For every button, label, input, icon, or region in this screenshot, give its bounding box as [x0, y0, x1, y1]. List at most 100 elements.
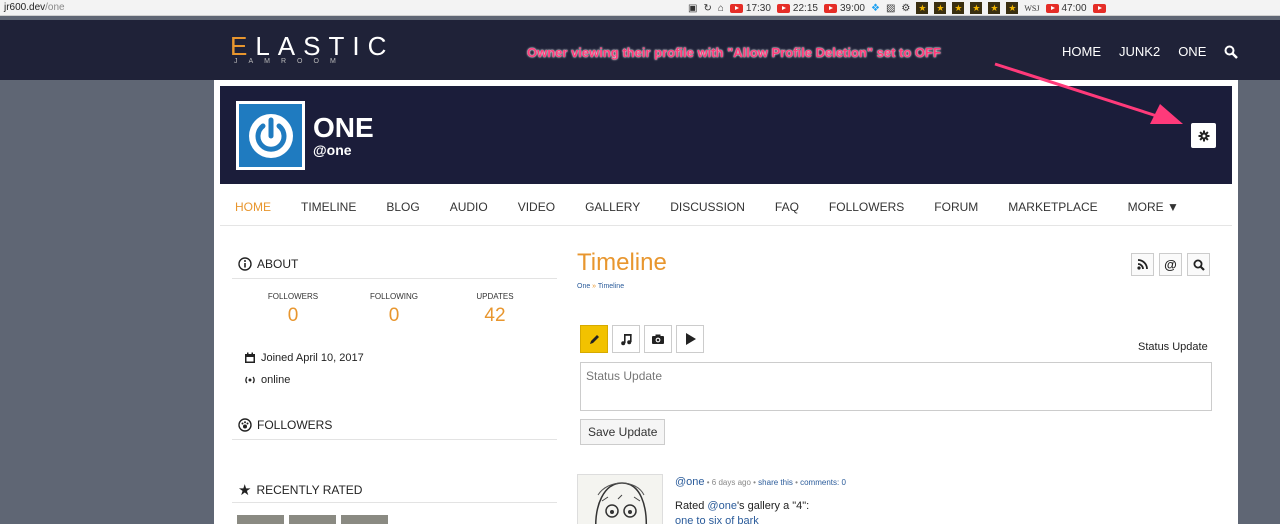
timeline-search-button[interactable] [1187, 253, 1210, 276]
music-note-icon [620, 333, 632, 345]
gear-icon [1198, 130, 1209, 141]
invader-icon[interactable]: ▨ [886, 3, 895, 14]
browser-toolbar: jr600.dev/one ▣ ↻ ⌂ 17:30 22:15 39:00 ❖ … [0, 0, 1280, 16]
url-path: /one [45, 2, 65, 13]
rss-button[interactable] [1131, 253, 1154, 276]
profile-tab-video[interactable]: VIDEO [518, 200, 555, 214]
post-avatar[interactable] [577, 474, 663, 524]
sketch-face-image [578, 475, 662, 524]
followers-heading: FOLLOWERS [238, 418, 332, 432]
broadcast-icon [245, 376, 255, 384]
divider [220, 225, 1232, 226]
bookmark-video-1[interactable]: 17:30 [729, 3, 771, 14]
divider [232, 439, 557, 440]
youtube-icon [729, 3, 743, 13]
topnav-home[interactable]: HOME [1062, 44, 1101, 59]
photo-update-button[interactable] [644, 325, 672, 353]
profile-settings-button[interactable] [1191, 123, 1216, 148]
annotation-text: Owner viewing their profile with "Allow … [527, 45, 941, 60]
star-icon: ★ [238, 482, 252, 499]
star-bookmark-icon[interactable]: ★ [1006, 2, 1019, 14]
star-bookmark-icon[interactable]: ★ [934, 2, 947, 14]
youtube-icon[interactable] [1092, 3, 1106, 13]
youtube-icon [776, 3, 790, 13]
youtube-icon [1045, 3, 1059, 13]
camera-icon [652, 334, 664, 344]
bookmark-video-3[interactable]: 39:00 [823, 3, 865, 14]
video-update-button[interactable] [676, 325, 704, 353]
paw-icon [238, 418, 252, 432]
search-icon[interactable] [1224, 45, 1239, 59]
star-bookmark-icon[interactable]: ★ [916, 2, 929, 14]
settings-icon[interactable]: ⚙ [901, 3, 910, 14]
page-title: Timeline [577, 249, 667, 276]
stat-updates[interactable]: UPDATES 42 [435, 292, 555, 327]
topnav-junk2[interactable]: JUNK2 [1119, 44, 1160, 59]
twitter-icon[interactable]: ❖ [871, 3, 880, 14]
star-bookmark-icon[interactable]: ★ [952, 2, 965, 14]
profile-tab-marketplace[interactable]: MARKETPLACE [1008, 200, 1097, 214]
profile-avatar[interactable] [236, 101, 305, 170]
post-meta: @one • 6 days ago • share this • comment… [675, 476, 846, 488]
joined-date: Joined April 10, 2017 [244, 352, 364, 364]
address-bar[interactable]: jr600.dev/one [4, 2, 65, 13]
save-update-button[interactable]: Save Update [580, 419, 666, 445]
youtube-icon [823, 3, 837, 13]
breadcrumb-root[interactable]: One [577, 283, 590, 290]
url-host: jr600.dev [4, 2, 46, 13]
calendar-icon [245, 352, 255, 363]
profile-tab-followers[interactable]: FOLLOWERS [829, 200, 904, 214]
mention-button[interactable]: @ [1159, 253, 1182, 276]
breadcrumb-current[interactable]: Timeline [598, 283, 624, 290]
star-bookmark-icon[interactable]: ★ [970, 2, 983, 14]
profile-tab-more[interactable]: MORE ▼ [1128, 200, 1179, 214]
info-icon [238, 257, 252, 271]
online-status: online [244, 374, 290, 386]
profile-name: ONE [313, 112, 374, 143]
site-header: ELASTIC JAMROOM Owner viewing their prof… [0, 20, 1280, 80]
search-icon [1193, 259, 1205, 271]
bookmark-video-2[interactable]: 22:15 [776, 3, 818, 14]
post-author[interactable]: @one [675, 476, 705, 488]
profile-tab-audio[interactable]: AUDIO [450, 200, 488, 214]
status-update-label: Status Update [1138, 341, 1208, 353]
comments-link[interactable]: comments: 0 [800, 478, 846, 487]
rss-icon [1137, 259, 1148, 270]
pencil-icon [589, 334, 599, 344]
site-logo[interactable]: ELASTIC JAMROOM [230, 32, 394, 65]
profile-tab-gallery[interactable]: GALLERY [585, 200, 640, 214]
play-icon [685, 333, 696, 345]
bookmark-video-4[interactable]: 47:00 [1045, 3, 1087, 14]
profile-navigation: HOME TIMELINE BLOG AUDIO VIDEO GALLERY D… [235, 200, 1179, 214]
profile-tab-faq[interactable]: FAQ [775, 200, 799, 214]
wsj-bookmark[interactable]: WSJ [1024, 4, 1039, 13]
profile-tab-blog[interactable]: BLOG [386, 200, 419, 214]
reload-icon[interactable]: ↻ [703, 3, 711, 14]
home-icon[interactable]: ⌂ [718, 3, 724, 14]
recently-rated-heading: ★ RECENTLY RATED [238, 482, 363, 499]
audio-update-button[interactable] [612, 325, 640, 353]
top-navigation: HOME JUNK2 ONE [1062, 44, 1239, 59]
reader-icon[interactable]: ▣ [688, 3, 697, 14]
profile-tab-forum[interactable]: FORUM [934, 200, 978, 214]
about-heading: ABOUT [238, 257, 298, 271]
profile-tab-discussion[interactable]: DISCUSSION [670, 200, 745, 214]
topnav-one[interactable]: ONE [1178, 44, 1206, 59]
status-update-input[interactable] [580, 362, 1212, 411]
power-icon [239, 104, 302, 167]
rated-thumbnail[interactable] [289, 515, 336, 524]
mentioned-user[interactable]: @one [707, 500, 737, 512]
at-icon: @ [1164, 257, 1177, 272]
post-time: 6 days ago [711, 478, 751, 487]
gallery-link[interactable]: one to six of bark [675, 515, 759, 524]
text-update-button[interactable] [580, 325, 608, 353]
profile-tab-timeline[interactable]: TIMELINE [301, 200, 356, 214]
share-link[interactable]: share this [758, 478, 793, 487]
rated-thumbnail[interactable] [237, 515, 284, 524]
star-bookmark-icon[interactable]: ★ [988, 2, 1001, 14]
divider [232, 278, 557, 279]
divider [232, 502, 557, 503]
rated-thumbnail[interactable] [341, 515, 388, 524]
profile-handle: @one [313, 142, 352, 158]
profile-tab-home[interactable]: HOME [235, 200, 271, 214]
